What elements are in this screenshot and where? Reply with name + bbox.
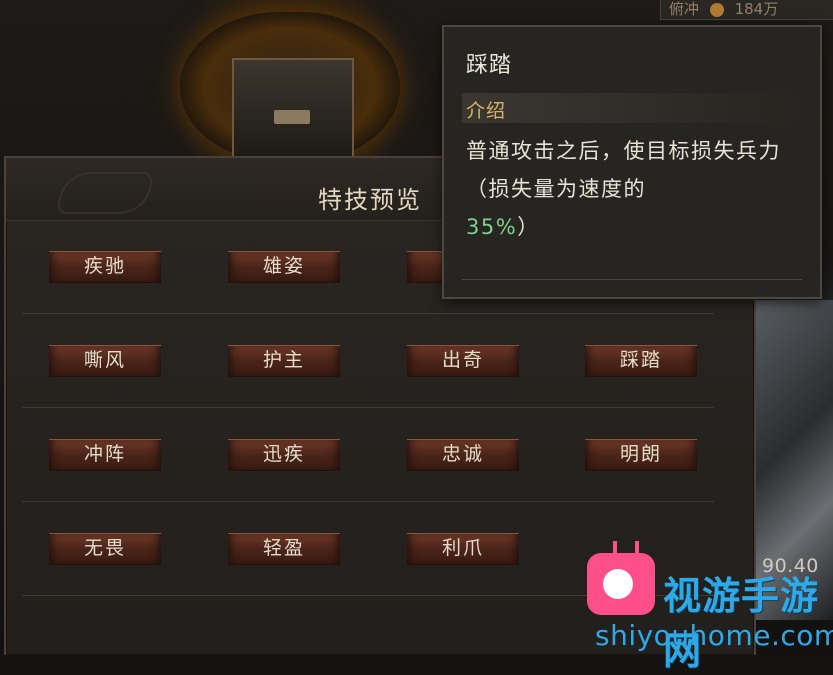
skill-row: 嘶风 护主 出奇 踩踏 <box>22 314 714 408</box>
skill-button[interactable]: 疾驰 <box>49 251 161 283</box>
skill-button[interactable]: 雄姿 <box>228 251 340 283</box>
skill-button[interactable]: 冲阵 <box>49 439 161 471</box>
watermark: 视游手游网 shiyouhome.com <box>575 535 833 673</box>
skill-tooltip: 踩踏 介绍 普通攻击之后，使目标损失兵力（损失量为速度的 35%） <box>442 25 822 299</box>
skill-button[interactable]: 嘶风 <box>49 345 161 377</box>
tooltip-title: 踩踏 <box>466 53 513 78</box>
skill-button[interactable]: 明朗 <box>585 439 697 471</box>
tooltip-divider <box>462 279 802 280</box>
tooltip-body-suffix: ） <box>517 215 540 239</box>
tv-logo-icon <box>587 553 655 615</box>
panel-title: 特技预览 <box>318 186 422 214</box>
skill-button[interactable]: 出奇 <box>407 345 519 377</box>
tooltip-section-header: 介绍 <box>462 93 802 123</box>
skill-row: 冲阵 迅疾 忠诚 明朗 <box>22 408 714 502</box>
skill-button[interactable]: 轻盈 <box>228 533 340 565</box>
skill-button[interactable]: 利爪 <box>407 533 519 565</box>
skill-button[interactable]: 迅疾 <box>228 439 340 471</box>
watermark-en: shiyouhome.com <box>595 619 833 652</box>
tooltip-body-text: 普通攻击之后，使目标损失兵力（损失量为速度的 <box>466 139 781 201</box>
tooltip-section-label: 介绍 <box>466 100 507 122</box>
skill-button[interactable]: 踩踏 <box>585 345 697 377</box>
resource-value: 184万 <box>734 0 779 18</box>
skill-button[interactable]: 无畏 <box>49 533 161 565</box>
resource-label: 俯冲 <box>669 0 700 18</box>
skill-button[interactable]: 护主 <box>228 345 340 377</box>
cloud-ornament-icon <box>58 172 152 214</box>
skill-button[interactable]: 忠诚 <box>407 439 519 471</box>
resource-bar: 俯冲 184万 <box>660 0 833 20</box>
portrait-image <box>232 58 354 160</box>
coin-icon <box>709 2 724 17</box>
tooltip-description: 普通攻击之后，使目标损失兵力（损失量为速度的 35%） <box>466 132 811 246</box>
tooltip-highlight-value: 35% <box>466 215 518 239</box>
